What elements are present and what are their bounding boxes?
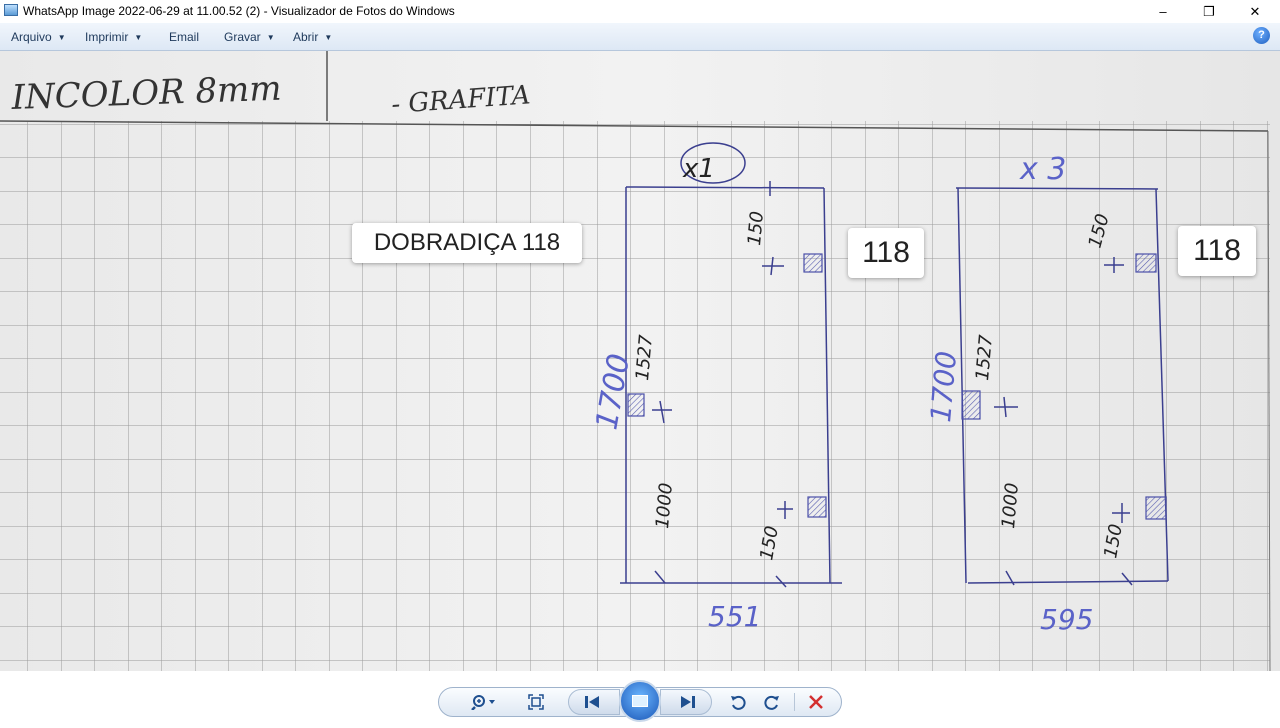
window-title: WhatsApp Image 2022-06-29 at 11.00.52 (2… xyxy=(23,4,455,18)
menu-gravar-label: Gravar xyxy=(224,30,261,44)
maximize-icon: ❐ xyxy=(1203,3,1215,19)
handwritten-qty-right: x 3 xyxy=(1019,152,1066,187)
handwritten-dim-top-left: 150 xyxy=(744,210,768,246)
hinge-code-label-right: 118 xyxy=(1178,226,1256,276)
menu-imprimir[interactable]: Imprimir ▼ xyxy=(85,30,142,44)
hinge-mark xyxy=(807,496,827,518)
delete-icon xyxy=(809,695,823,709)
menu-bar: Arquivo ▼ Imprimir ▼ Email Gravar ▼ Abrir ▼ … xyxy=(0,23,1280,51)
hinge-mark xyxy=(1135,253,1157,273)
close-icon: ✕ xyxy=(1249,3,1261,19)
hinge-code-label-left: 118 xyxy=(848,228,924,278)
menu-imprimir-label: Imprimir xyxy=(85,30,129,44)
menu-arquivo-label: Arquivo xyxy=(11,30,52,44)
hinge-label: DOBRADIÇA 118 xyxy=(352,223,582,263)
chevron-down-icon: ▼ xyxy=(266,33,275,42)
handwritten-dim-mid-left: 1527 xyxy=(632,333,657,381)
separator xyxy=(794,693,795,711)
slideshow-button[interactable] xyxy=(619,680,661,722)
photo-viewport[interactable]: INCOLOR 8mm - GRAFITA x1 1700 150 1527 1… xyxy=(0,51,1280,671)
handwritten-width-left: 551 xyxy=(708,600,761,633)
chevron-down-icon: ▼ xyxy=(134,33,143,42)
menu-abrir-label: Abrir xyxy=(293,30,319,44)
grid-paper-photo: INCOLOR 8mm - GRAFITA x1 1700 150 1527 1… xyxy=(0,51,1280,671)
rotate-clockwise-icon xyxy=(764,695,779,710)
hinge-mark xyxy=(1145,496,1167,520)
zoom-button[interactable] xyxy=(466,687,500,717)
hinge-mark xyxy=(627,393,645,417)
rotate-counterclockwise-icon xyxy=(731,695,746,710)
rotate-counterclockwise-button[interactable] xyxy=(726,687,750,717)
minimize-icon: – xyxy=(1159,4,1167,19)
delete-button[interactable] xyxy=(804,687,828,717)
handwritten-dim-mid-right: 1527 xyxy=(972,333,997,381)
photo-viewer-app-icon[interactable] xyxy=(4,4,18,16)
help-icon[interactable]: ? xyxy=(1253,27,1270,44)
slideshow-icon xyxy=(632,695,648,707)
fit-window-button[interactable] xyxy=(522,687,550,717)
menu-arquivo[interactable]: Arquivo ▼ xyxy=(11,30,66,44)
hinge-mark xyxy=(961,390,981,420)
chevron-down-icon: ▼ xyxy=(57,33,66,42)
fit-window-icon xyxy=(528,694,544,710)
minimize-button[interactable]: – xyxy=(1140,0,1186,23)
handwritten-width-right: 595 xyxy=(1040,603,1093,636)
rotate-clockwise-button[interactable] xyxy=(760,687,784,717)
handwritten-dim-low-right: 1000 xyxy=(998,482,1023,529)
zoom-icon xyxy=(471,695,495,710)
menu-email[interactable]: Email xyxy=(169,30,199,44)
menu-abrir[interactable]: Abrir ▼ xyxy=(293,30,332,44)
handwritten-qty-left: x1 xyxy=(682,154,715,184)
handwritten-height-right: 1700 xyxy=(924,350,963,424)
menu-email-label: Email xyxy=(169,30,200,44)
next-button[interactable] xyxy=(660,689,712,715)
previous-button[interactable] xyxy=(568,689,620,715)
viewer-controls xyxy=(0,671,1280,728)
menu-gravar[interactable]: Gravar ▼ xyxy=(224,30,275,44)
handwritten-dim-low-left: 1000 xyxy=(652,482,677,529)
chevron-down-icon: ▼ xyxy=(324,33,333,42)
maximize-button[interactable]: ❐ xyxy=(1186,0,1232,23)
previous-icon xyxy=(585,696,599,708)
title-bar: WhatsApp Image 2022-06-29 at 11.00.52 (2… xyxy=(0,0,1280,23)
hinge-mark xyxy=(803,253,823,273)
next-icon xyxy=(681,696,695,708)
close-button[interactable]: ✕ xyxy=(1232,0,1278,23)
